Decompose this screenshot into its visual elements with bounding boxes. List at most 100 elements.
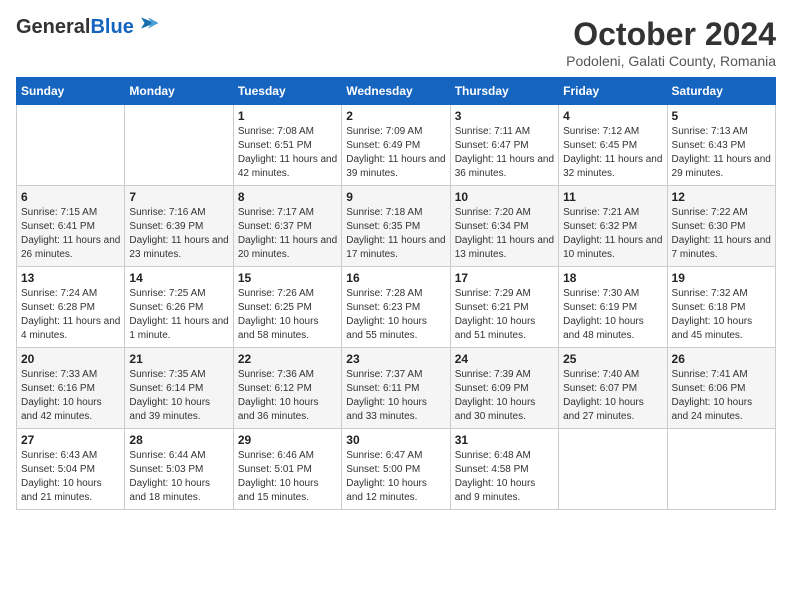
calendar-week-row: 20 Sunrise: 7:33 AMSunset: 6:16 PMDayligh… (17, 348, 776, 429)
calendar-cell: 31 Sunrise: 6:48 AMSunset: 4:58 PMDayligh… (450, 429, 558, 510)
calendar-cell: 14Sunrise: 7:25 AMSunset: 6:26 PMDayligh… (125, 267, 233, 348)
day-detail: Sunrise: 7:29 AMSunset: 6:21 PMDaylight:… (455, 287, 554, 343)
calendar-cell: 17 Sunrise: 7:29 AMSunset: 6:21 PMDayligh… (450, 267, 558, 348)
calendar-table: SundayMondayTuesdayWednesdayThursdayFrid… (16, 77, 776, 510)
day-detail: Sunrise: 6:44 AMSunset: 5:03 PMDaylight:… (129, 449, 228, 505)
day-number: 19 (672, 271, 771, 285)
calendar-week-row: 6Sunrise: 7:15 AMSunset: 6:41 PMDaylight… (17, 186, 776, 267)
day-detail: Sunrise: 7:36 AMSunset: 6:12 PMDaylight:… (238, 368, 337, 424)
day-number: 12 (672, 190, 771, 204)
calendar-cell: 30 Sunrise: 6:47 AMSunset: 5:00 PMDayligh… (342, 429, 450, 510)
day-number: 10 (455, 190, 554, 204)
calendar-week-row: 1 Sunrise: 7:08 AMSunset: 6:51 PMDaylight… (17, 105, 776, 186)
calendar-cell: 9 Sunrise: 7:18 AMSunset: 6:35 PMDaylight… (342, 186, 450, 267)
calendar-cell (559, 429, 667, 510)
logo-general: General (16, 16, 90, 38)
calendar-cell: 5Sunrise: 7:13 AMSunset: 6:43 PMDaylight… (667, 105, 775, 186)
day-detail: Sunrise: 6:43 AMSunset: 5:04 PMDaylight:… (21, 449, 120, 505)
day-detail: Sunrise: 7:17 AMSunset: 6:37 PMDaylight:… (238, 206, 337, 262)
day-number: 23 (346, 352, 445, 366)
calendar-cell: 29 Sunrise: 6:46 AMSunset: 5:01 PMDayligh… (233, 429, 341, 510)
calendar-cell: 22 Sunrise: 7:36 AMSunset: 6:12 PMDayligh… (233, 348, 341, 429)
title-section: October 2024 Podoleni, Galati County, Ro… (566, 16, 776, 69)
day-detail: Sunrise: 7:32 AMSunset: 6:18 PMDaylight:… (672, 287, 771, 343)
calendar-cell: 20 Sunrise: 7:33 AMSunset: 6:16 PMDayligh… (17, 348, 125, 429)
calendar-cell: 11Sunrise: 7:21 AMSunset: 6:32 PMDayligh… (559, 186, 667, 267)
day-detail: Sunrise: 7:39 AMSunset: 6:09 PMDaylight:… (455, 368, 554, 424)
day-number: 4 (563, 109, 662, 123)
calendar-cell: 27Sunrise: 6:43 AMSunset: 5:04 PMDayligh… (17, 429, 125, 510)
calendar-cell: 7Sunrise: 7:16 AMSunset: 6:39 PMDaylight… (125, 186, 233, 267)
weekday-header: Sunday (17, 78, 125, 105)
day-number: 1 (238, 109, 337, 123)
logo-blue: Blue (90, 16, 133, 38)
day-detail: Sunrise: 6:47 AMSunset: 5:00 PMDaylight:… (346, 449, 445, 505)
calendar-cell: 2Sunrise: 7:09 AMSunset: 6:49 PMDaylight… (342, 105, 450, 186)
page-header: GeneralBlue October 2024 Podoleni, Galat… (16, 16, 776, 69)
day-detail: Sunrise: 7:09 AMSunset: 6:49 PMDaylight:… (346, 125, 445, 181)
calendar-cell: 16 Sunrise: 7:28 AMSunset: 6:23 PMDayligh… (342, 267, 450, 348)
day-number: 22 (238, 352, 337, 366)
day-number: 9 (346, 190, 445, 204)
day-detail: Sunrise: 7:20 AMSunset: 6:34 PMDaylight:… (455, 206, 554, 262)
day-detail: Sunrise: 7:30 AMSunset: 6:19 PMDaylight:… (563, 287, 662, 343)
day-detail: Sunrise: 7:40 AMSunset: 6:07 PMDaylight:… (563, 368, 662, 424)
day-detail: Sunrise: 6:46 AMSunset: 5:01 PMDaylight:… (238, 449, 337, 505)
day-detail: Sunrise: 7:18 AMSunset: 6:35 PMDaylight:… (346, 206, 445, 262)
day-detail: Sunrise: 7:41 AMSunset: 6:06 PMDaylight:… (672, 368, 771, 424)
weekday-header: Wednesday (342, 78, 450, 105)
day-number: 17 (455, 271, 554, 285)
calendar-cell: 3Sunrise: 7:11 AMSunset: 6:47 PMDaylight… (450, 105, 558, 186)
calendar-cell: 1 Sunrise: 7:08 AMSunset: 6:51 PMDaylight… (233, 105, 341, 186)
calendar-cell: 21 Sunrise: 7:35 AMSunset: 6:14 PMDayligh… (125, 348, 233, 429)
month-title: October 2024 (566, 16, 776, 53)
day-detail: Sunrise: 7:21 AMSunset: 6:32 PMDaylight:… (563, 206, 662, 262)
day-number: 13 (21, 271, 120, 285)
day-number: 31 (455, 433, 554, 447)
day-number: 20 (21, 352, 120, 366)
location: Podoleni, Galati County, Romania (566, 53, 776, 69)
day-number: 15 (238, 271, 337, 285)
day-detail: Sunrise: 7:25 AMSunset: 6:26 PMDaylight:… (129, 287, 228, 343)
day-detail: Sunrise: 7:37 AMSunset: 6:11 PMDaylight:… (346, 368, 445, 424)
weekday-header: Thursday (450, 78, 558, 105)
day-number: 25 (563, 352, 662, 366)
day-detail: Sunrise: 7:24 AMSunset: 6:28 PMDaylight:… (21, 287, 120, 343)
calendar-cell: 26 Sunrise: 7:41 AMSunset: 6:06 PMDayligh… (667, 348, 775, 429)
day-detail: Sunrise: 7:33 AMSunset: 6:16 PMDaylight:… (21, 368, 120, 424)
calendar-cell: 24Sunrise: 7:39 AMSunset: 6:09 PMDayligh… (450, 348, 558, 429)
day-detail: Sunrise: 7:22 AMSunset: 6:30 PMDaylight:… (672, 206, 771, 262)
day-detail: Sunrise: 7:16 AMSunset: 6:39 PMDaylight:… (129, 206, 228, 262)
logo: GeneralBlue (16, 16, 160, 38)
day-number: 29 (238, 433, 337, 447)
day-number: 26 (672, 352, 771, 366)
calendar-week-row: 27Sunrise: 6:43 AMSunset: 5:04 PMDayligh… (17, 429, 776, 510)
calendar-cell: 18Sunrise: 7:30 AMSunset: 6:19 PMDayligh… (559, 267, 667, 348)
day-number: 21 (129, 352, 228, 366)
day-detail: Sunrise: 7:26 AMSunset: 6:25 PMDaylight:… (238, 287, 337, 343)
weekday-header: Saturday (667, 78, 775, 105)
calendar-cell: 15 Sunrise: 7:26 AMSunset: 6:25 PMDayligh… (233, 267, 341, 348)
calendar-cell: 12 Sunrise: 7:22 AMSunset: 6:30 PMDayligh… (667, 186, 775, 267)
day-detail: Sunrise: 7:35 AMSunset: 6:14 PMDaylight:… (129, 368, 228, 424)
day-number: 30 (346, 433, 445, 447)
calendar-cell (667, 429, 775, 510)
day-detail: Sunrise: 7:28 AMSunset: 6:23 PMDaylight:… (346, 287, 445, 343)
day-number: 8 (238, 190, 337, 204)
weekday-header: Monday (125, 78, 233, 105)
day-number: 3 (455, 109, 554, 123)
calendar-cell: 6Sunrise: 7:15 AMSunset: 6:41 PMDaylight… (17, 186, 125, 267)
calendar-cell (17, 105, 125, 186)
calendar-cell: 8 Sunrise: 7:17 AMSunset: 6:37 PMDaylight… (233, 186, 341, 267)
calendar-cell: 13 Sunrise: 7:24 AMSunset: 6:28 PMDayligh… (17, 267, 125, 348)
calendar-cell: 25 Sunrise: 7:40 AMSunset: 6:07 PMDayligh… (559, 348, 667, 429)
day-detail: Sunrise: 6:48 AMSunset: 4:58 PMDaylight:… (455, 449, 554, 505)
calendar-cell: 10 Sunrise: 7:20 AMSunset: 6:34 PMDayligh… (450, 186, 558, 267)
day-number: 16 (346, 271, 445, 285)
day-number: 28 (129, 433, 228, 447)
calendar-header-row: SundayMondayTuesdayWednesdayThursdayFrid… (17, 78, 776, 105)
day-number: 6 (21, 190, 120, 204)
day-detail: Sunrise: 7:12 AMSunset: 6:45 PMDaylight:… (563, 125, 662, 181)
day-detail: Sunrise: 7:13 AMSunset: 6:43 PMDaylight:… (672, 125, 771, 181)
day-detail: Sunrise: 7:08 AMSunset: 6:51 PMDaylight:… (238, 125, 337, 181)
